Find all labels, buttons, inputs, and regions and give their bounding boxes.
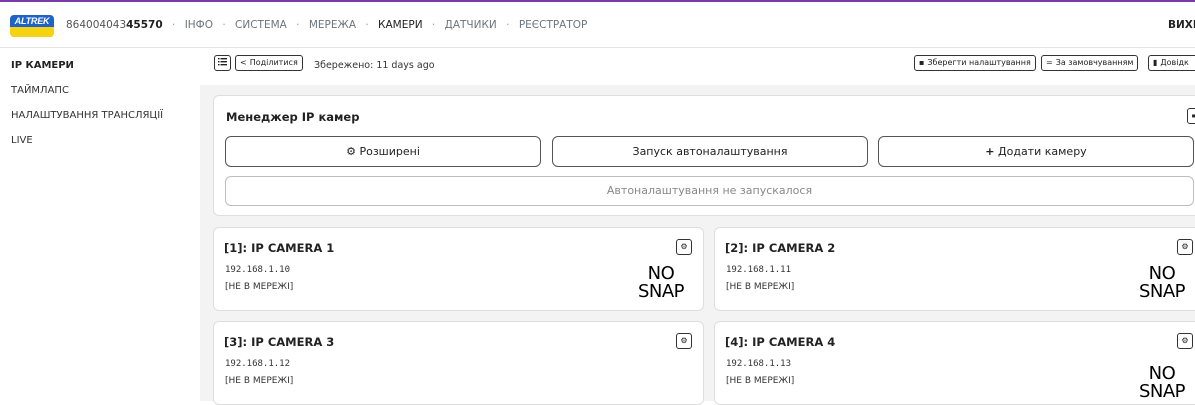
no-snap-line2: SNAP — [1138, 381, 1186, 402]
logo-text: ALTREK — [14, 16, 50, 26]
gears-icon: ⚙ — [1181, 336, 1189, 345]
list-icon — [218, 58, 227, 66]
gears-icon: ⚙ — [1181, 242, 1189, 251]
exit-link[interactable]: ВИХІ — [1168, 19, 1195, 31]
camera-card-1: [1]: IP CAMERA 1 ⚙ 192.168.1.10 [НЕ В МЕ… — [213, 227, 704, 311]
nav-separator: · — [296, 19, 300, 31]
camera-state: [НЕ В МЕРЕЖІ] — [225, 376, 294, 386]
sidebar-item-ip-cameras[interactable]: IP КАМЕРИ — [11, 60, 74, 71]
defaults-label: За замовчуванням — [1055, 58, 1134, 67]
equals-icon: = — [1046, 58, 1053, 67]
no-snapshot-placeholder: NO SNAP — [1135, 265, 1189, 301]
nav-item-cameras[interactable]: КАМЕРИ — [378, 19, 423, 31]
floppy-icon: ▪ — [919, 58, 925, 67]
camera-settings-button[interactable]: ⚙ — [1177, 239, 1193, 255]
main-nav: 86400404345570 · ІНФО · СИСТЕМА · МЕРЕЖА… — [66, 19, 587, 31]
camera-ip: 192.168.1.12 — [225, 359, 291, 369]
nav-separator: · — [222, 19, 226, 31]
sidebar: IP КАМЕРИ ТАЙМЛАПС НАЛАШТУВАННЯ ТРАНСЛЯЦ… — [0, 48, 200, 401]
autoconfig-button[interactable]: Запуск автоналаштування — [552, 136, 868, 167]
camera-ip: 192.168.1.13 — [726, 359, 792, 369]
add-camera-button[interactable]: + Додати камеру — [878, 136, 1194, 167]
camera-title: [1]: IP CAMERA 1 — [224, 241, 335, 255]
save-settings-button[interactable]: ▪ Зберегти налаштування — [914, 55, 1036, 71]
autoconfig-status: Автоналаштування не запускалося — [225, 176, 1194, 206]
sidebar-item-live[interactable]: LIVE — [11, 135, 33, 146]
share-button[interactable]: < Поділитися — [235, 55, 303, 71]
camera-state: [НЕ В МЕРЕЖІ] — [225, 282, 294, 292]
gears-icon: ⚙ — [346, 145, 356, 158]
nav-item-recorder[interactable]: РЕЄСТРАТОР — [519, 19, 588, 31]
serial-prefix: 864004043 — [66, 19, 127, 31]
camera-settings-button[interactable]: ⚙ — [676, 239, 692, 255]
plus-icon: + — [985, 145, 995, 158]
nav-item-sensors[interactable]: ДАТЧИКИ — [445, 19, 497, 31]
nav-separator: · — [172, 19, 176, 31]
share-label: Поділитися — [249, 58, 298, 67]
save-settings-label: Зберегти налаштування — [927, 58, 1031, 67]
device-serial: 86400404345570 — [66, 19, 163, 31]
no-snapshot-placeholder: NO SNAP — [634, 265, 688, 301]
brand-logo[interactable]: ALTREK — [10, 15, 54, 37]
sidebar-item-timelapse[interactable]: ТАЙМЛАПС — [11, 85, 69, 96]
manager-title: Менеджер IP камер — [226, 110, 360, 124]
nav-separator: · — [431, 19, 436, 31]
camera-state: [НЕ В МЕРЕЖІ] — [726, 376, 795, 386]
camera-state: [НЕ В МЕРЕЖІ] — [726, 282, 795, 292]
advanced-button[interactable]: ⚙ Розширені — [225, 136, 541, 167]
advanced-label: Розширені — [359, 145, 420, 158]
top-navbar: ALTREK 86400404345570 · ІНФО · СИСТЕМА ·… — [0, 0, 1195, 48]
nav-item-info[interactable]: ІНФО — [185, 19, 213, 31]
camera-manager-card: Менеджер IP камер ▬ ⚙ Розширені Запуск а… — [213, 95, 1195, 216]
add-camera-label: Додати камеру — [998, 145, 1087, 158]
content-area: Менеджер IP камер ▬ ⚙ Розширені Запуск а… — [200, 85, 1195, 405]
nav-item-network[interactable]: МЕРЕЖА — [309, 19, 356, 31]
camera-title: [3]: IP CAMERA 3 — [224, 335, 335, 349]
nav-separator: · — [365, 19, 369, 31]
nav-separator: · — [506, 19, 510, 31]
menu-button[interactable] — [214, 55, 231, 71]
camera-ip: 192.168.1.10 — [225, 265, 291, 275]
camera-settings-button[interactable]: ⚙ — [676, 333, 692, 349]
share-icon: < — [240, 58, 247, 67]
defaults-button[interactable]: = За замовчуванням — [1041, 55, 1139, 71]
camera-card-3: [3]: IP CAMERA 3 ⚙ 192.168.1.12 [НЕ В МЕ… — [213, 321, 704, 405]
no-snap-line2: SNAP — [637, 281, 685, 302]
collapse-button[interactable]: ▬ — [1187, 108, 1195, 124]
help-label: Довідк — [1160, 58, 1189, 67]
book-icon: ▮ — [1153, 58, 1158, 67]
no-snapshot-placeholder: NO SNAP — [1135, 365, 1189, 401]
gears-icon: ⚙ — [680, 242, 688, 251]
camera-title: [4]: IP CAMERA 4 — [725, 335, 836, 349]
camera-card-2: [2]: IP CAMERA 2 ⚙ 192.168.1.11 [НЕ В МЕ… — [714, 227, 1195, 311]
saved-status: Збережено: 11 days ago — [314, 60, 435, 71]
nav-item-system[interactable]: СИСТЕМА — [235, 19, 287, 31]
serial-suffix: 45570 — [126, 19, 163, 31]
sidebar-item-stream-settings[interactable]: НАЛАШТУВАННЯ ТРАНСЛЯЦІЇ — [11, 110, 163, 121]
camera-title: [2]: IP CAMERA 2 — [725, 241, 836, 255]
camera-settings-button[interactable]: ⚙ — [1177, 333, 1193, 349]
help-button[interactable]: ▮ Довідк — [1148, 55, 1195, 71]
camera-ip: 192.168.1.11 — [726, 265, 792, 275]
no-snap-line2: SNAP — [1138, 281, 1186, 302]
minus-icon: ▬ — [1191, 111, 1195, 120]
gears-icon: ⚙ — [680, 336, 688, 345]
autoconfig-label: Запуск автоналаштування — [632, 145, 788, 158]
camera-card-4: [4]: IP CAMERA 4 ⚙ 192.168.1.13 [НЕ В МЕ… — [714, 321, 1195, 405]
